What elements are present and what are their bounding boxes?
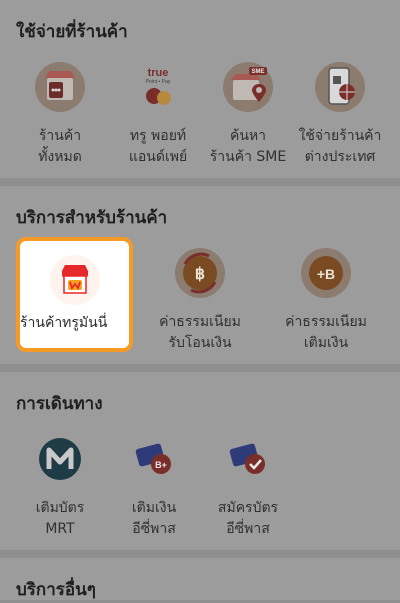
sme-badge: SME xyxy=(251,69,264,75)
item-label: ค้นหา ร้านค้า SME xyxy=(209,128,287,165)
item-label: ร้านค้าทรูมันนี่ xyxy=(20,315,108,331)
coin-text: +B xyxy=(317,266,335,282)
item-label: เติมเงิน อีซี่พาส xyxy=(131,500,177,537)
all-stores-item[interactable]: ร้านค้า ทั้งหมด xyxy=(10,62,110,172)
truemoney-store-button[interactable]: ร้านค้าทรูมันนี่ xyxy=(16,237,133,352)
brand-text: true xyxy=(148,67,169,79)
item-label: สมัครบัตร อีซี่พาส xyxy=(217,500,279,537)
mrt-topup-item[interactable]: เติมบัตร MRT xyxy=(10,434,110,544)
easy-pass-topup-item[interactable]: B+ เติมเงิน อีซี่พาส xyxy=(104,434,204,544)
section-title: บริการสำหรับร้านค้า xyxy=(16,208,168,228)
sme-store-location-icon: SME xyxy=(223,62,273,112)
section-title: ใช้จ่ายที่ร้านค้า xyxy=(16,22,128,42)
section-title: การเดินทาง xyxy=(16,394,103,414)
section-title: บริการอื่นๆ xyxy=(16,580,96,600)
transfer-fee-item[interactable]: ฿ ค่าธรรมเนียม รับโอนเงิน xyxy=(150,248,250,358)
mrt-icon xyxy=(39,438,81,480)
item-label: ค่าธรรมเนียม เติมเงิน xyxy=(285,314,367,351)
easy-pass-badge: B+ xyxy=(155,460,167,470)
international-payment-icon xyxy=(315,62,365,112)
brand-subtext: Point • Pay xyxy=(146,79,171,85)
section-travel: การเดินทาง เติมบัตร MRT B+ เติมเงิน อีซี… xyxy=(0,372,400,550)
item-label: เติมบัตร MRT xyxy=(35,500,85,537)
store-icon xyxy=(35,62,85,112)
easy-pass-topup-icon: B+ xyxy=(129,434,179,484)
transfer-fee-icon: ฿ xyxy=(175,248,225,298)
svg-text:฿: ฿ xyxy=(195,266,205,283)
true-point-pay-icon: true Point • Pay xyxy=(133,62,183,112)
item-label: ทรู พอยท์ แอนด์เพย์ xyxy=(128,128,188,165)
section-other-services: บริการอื่นๆ xyxy=(0,558,400,600)
search-sme-store-item[interactable]: SME ค้นหา ร้านค้า SME xyxy=(198,62,298,172)
item-label: ใช้จ่ายร้านค้า ต่างประเทศ xyxy=(298,128,382,165)
item-label: ร้านค้า ทั้งหมด xyxy=(38,128,82,165)
easy-pass-register-item[interactable]: สมัครบัตร อีซี่พาส xyxy=(198,434,298,544)
item-label: ค่าธรรมเนียม รับโอนเงิน xyxy=(159,314,241,351)
truemoney-store-icon xyxy=(49,255,100,305)
section-spend-at-store: ใช้จ่ายที่ร้านค้า ร้านค้า ทั้งหมด true P… xyxy=(0,0,400,178)
topup-fee-item[interactable]: +B ค่าธรรมเนียม เติมเงิน xyxy=(276,248,376,358)
international-payment-item[interactable]: ใช้จ่ายร้านค้า ต่างประเทศ xyxy=(290,62,390,172)
true-point-pay-item[interactable]: true Point • Pay ทรู พอยท์ แอนด์เพย์ xyxy=(108,62,208,172)
easy-pass-register-icon xyxy=(223,434,273,484)
topup-fee-icon: +B xyxy=(301,248,351,298)
